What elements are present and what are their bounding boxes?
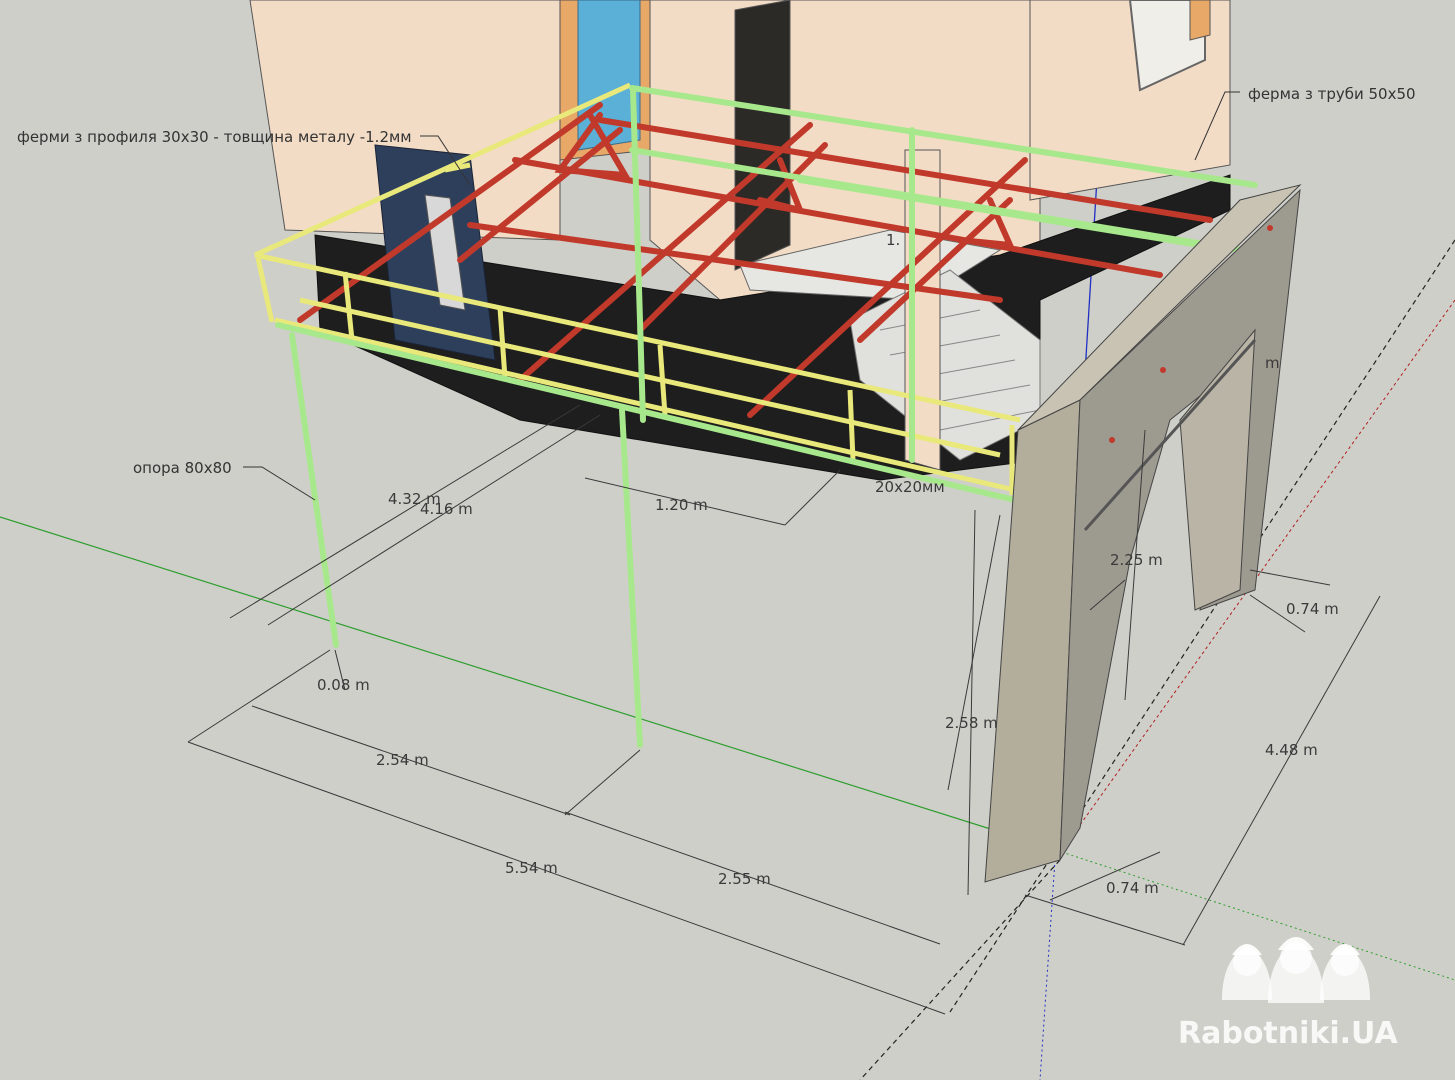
green-axis-line	[0, 516, 1001, 833]
dim-label-448: 4.48 m	[1265, 741, 1318, 759]
truss-profile-note: ферми з профиля 30x30 - товщина металу -…	[17, 128, 412, 146]
dim-line-255-ext	[564, 749, 641, 816]
dim-line-254-ext	[187, 649, 331, 743]
beam-profile-note: 20x20мм	[875, 478, 945, 496]
wall-anchor-bolt	[1109, 437, 1115, 443]
dim-label-008: 0.08 m	[317, 676, 370, 694]
support-note: опора 80x80	[133, 459, 232, 477]
black-guide-line-2	[859, 859, 1061, 1080]
dim-label-255: 2.55 m	[718, 870, 771, 888]
dim-label-074-top: 0.74 m	[1286, 600, 1339, 618]
dim-line-120-ext	[784, 469, 841, 526]
dim-label-254: 2.54 m	[376, 751, 429, 769]
dim-line-074-bottom-2	[1024, 894, 1186, 946]
leader-support	[243, 466, 316, 501]
frame-post	[255, 257, 275, 323]
house-window-sill	[1189, 0, 1211, 41]
dim-label-120: 1.20 m	[655, 496, 708, 514]
frame-post	[847, 389, 856, 461]
truss-pipe-note: ферма з труби 50x50	[1248, 85, 1416, 103]
workers-helmet-icon	[1222, 937, 1370, 1003]
dim-line-074-top	[1249, 569, 1331, 586]
watermark-text: Rabotniki.UA	[1178, 1016, 1398, 1051]
watermark: Rabotniki.UA	[1178, 937, 1398, 1051]
green-axis-dotted-line	[999, 831, 1455, 981]
dim-line-554	[187, 741, 946, 1015]
dim-line-258-ext	[967, 509, 976, 896]
dim-label-225: 2.25 m	[1110, 551, 1163, 569]
dim-label-074-bottom: 0.74 m	[1106, 879, 1159, 897]
dim-line-448	[1182, 595, 1381, 946]
blue-axis-dotted-line	[1039, 859, 1056, 1080]
dim-label-258: 2.58 m	[945, 714, 998, 732]
wall-anchor-bolt	[1160, 367, 1166, 373]
sketchup-model-view: ферми з профиля 30x30 - товщина металу -…	[0, 0, 1455, 1080]
dim-label-554: 5.54 m	[505, 859, 558, 877]
dim-label-m-partial: m	[1265, 354, 1280, 372]
support-post-middle	[619, 407, 643, 748]
dim-label-416: 4.16 m	[420, 500, 473, 518]
dim-line-432	[229, 404, 581, 619]
wall-anchor-bolt	[1267, 225, 1273, 231]
dim-label-1-partial: 1.	[886, 231, 900, 249]
